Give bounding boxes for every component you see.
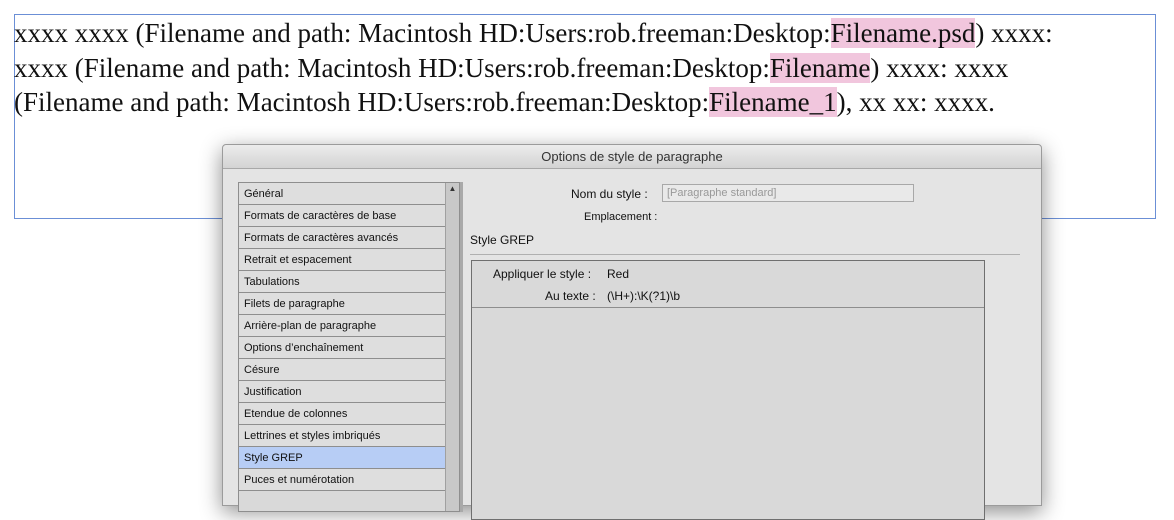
category-item[interactable]: Général: [239, 183, 448, 205]
section-divider: [470, 254, 1020, 255]
scroll-up-arrow-icon[interactable]: ▲: [446, 183, 459, 196]
section-title: Style GREP: [470, 233, 535, 247]
line-text: ), xx xx: xxxx.: [836, 87, 995, 117]
to-text-label: Au texte :: [545, 289, 596, 303]
grep-entry-divider: [472, 307, 984, 308]
category-item[interactable]: Formats de caractères avancés: [239, 227, 448, 249]
category-item[interactable]: Lettrines et styles imbriqués: [239, 425, 448, 447]
grep-highlight: Filename_1: [709, 87, 837, 117]
document-line-2: xxxx (Filename and path: Macintosh HD:Us…: [14, 51, 1164, 86]
location-label: Emplacement :: [584, 211, 658, 223]
to-text-value[interactable]: (\H+):\K(?1)\b: [607, 289, 680, 303]
category-scrollbar[interactable]: ▲: [445, 183, 459, 511]
dialog-title: Options de style de paragraphe: [223, 145, 1041, 169]
grep-highlight: Filename.psd: [830, 18, 976, 48]
category-item[interactable]: Tabulations: [239, 271, 448, 293]
category-item[interactable]: Filets de paragraphe: [239, 293, 448, 315]
category-item[interactable]: Césure: [239, 359, 448, 381]
apply-style-label: Appliquer le style :: [493, 267, 592, 281]
category-items: Général Formats de caractères de base Form…: [239, 183, 459, 491]
category-list[interactable]: Général Formats de caractères de base Form…: [238, 182, 460, 512]
line-text: xxxx xxxx (Filename and path: Macintosh …: [14, 18, 831, 48]
document-line-1: xxxx xxxx (Filename and path: Macintosh …: [14, 16, 1164, 51]
category-item[interactable]: Arrière-plan de paragraphe: [239, 315, 448, 337]
category-item[interactable]: Options d’enchaînement: [239, 337, 448, 359]
line-text: xxxx (Filename and path: Macintosh HD:Us…: [14, 52, 770, 83]
line-text: ) xxxx:: [975, 18, 1053, 48]
style-name-input[interactable]: [Paragraphe standard]: [662, 184, 914, 202]
pane-divider: [460, 182, 463, 512]
category-item[interactable]: Formats de caractères de base: [239, 205, 448, 227]
document-line-3: (Filename and path: Macintosh HD:Users:r…: [14, 85, 1164, 120]
line-text: ) xxxx: xxxx: [870, 52, 1009, 83]
category-item[interactable]: Etendue de colonnes: [239, 403, 448, 425]
category-item[interactable]: Style GREP: [239, 447, 448, 469]
style-name-label: Nom du style :: [571, 187, 648, 201]
apply-style-value[interactable]: Red: [607, 267, 629, 281]
category-item[interactable]: Retrait et espacement: [239, 249, 448, 271]
line-text: (Filename and path: Macintosh HD:Users:r…: [14, 87, 710, 117]
category-item[interactable]: Justification: [239, 381, 448, 403]
document-text[interactable]: xxxx xxxx (Filename and path: Macintosh …: [14, 16, 1164, 120]
grep-highlight: Filename: [769, 52, 871, 83]
grep-style-list[interactable]: Appliquer le style : Red Au texte : (\H+…: [471, 260, 985, 520]
paragraph-style-options-dialog: Options de style de paragraphe Général Fo…: [222, 144, 1042, 520]
